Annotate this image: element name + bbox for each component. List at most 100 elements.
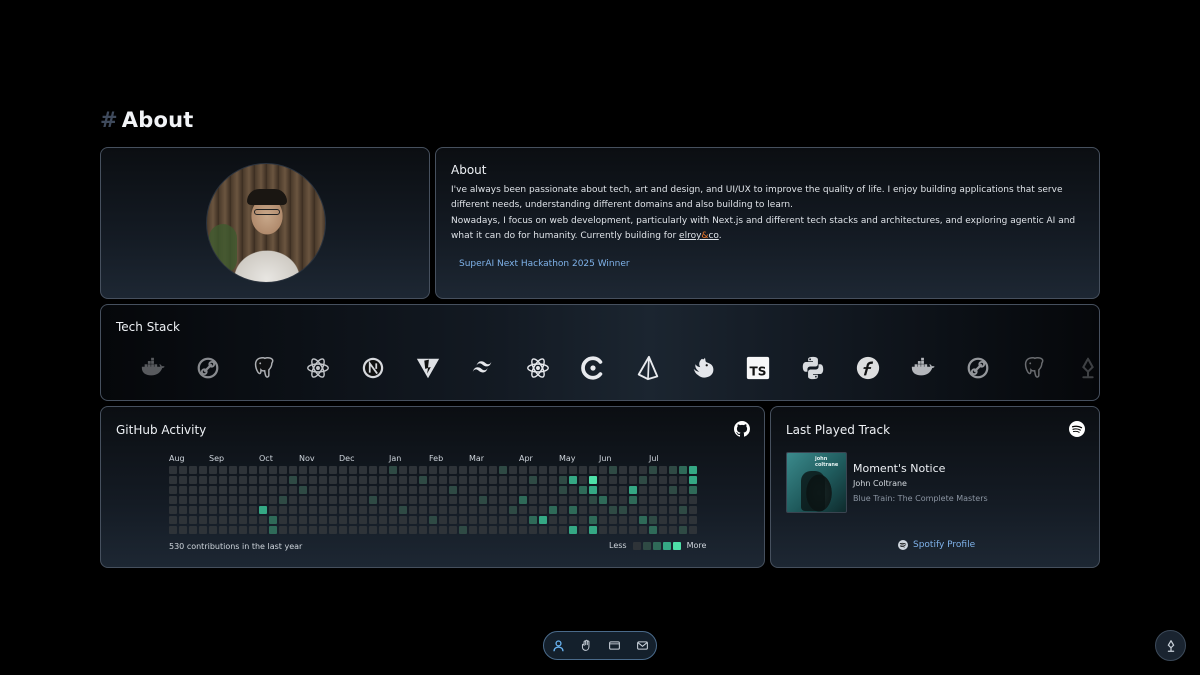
contribution-cell[interactable] <box>509 526 517 534</box>
contribution-cell[interactable] <box>259 506 267 514</box>
contribution-cell[interactable] <box>649 506 657 514</box>
contribution-cell[interactable] <box>169 466 177 474</box>
contribution-cell[interactable] <box>269 496 277 504</box>
contribution-cell[interactable] <box>209 526 217 534</box>
contribution-cell[interactable] <box>619 496 627 504</box>
contribution-cell[interactable] <box>179 476 187 484</box>
contribution-cell[interactable] <box>529 486 537 494</box>
contribution-cell[interactable] <box>239 506 247 514</box>
contribution-cell[interactable] <box>219 506 227 514</box>
contribution-cell[interactable] <box>439 486 447 494</box>
contribution-cell[interactable] <box>279 516 287 524</box>
contribution-cell[interactable] <box>649 526 657 534</box>
contribution-cell[interactable] <box>209 476 217 484</box>
contribution-cell[interactable] <box>429 476 437 484</box>
contribution-cell[interactable] <box>519 486 527 494</box>
contribution-cell[interactable] <box>269 506 277 514</box>
contribution-cell[interactable] <box>349 476 357 484</box>
contribution-cell[interactable] <box>569 466 577 474</box>
contribution-cell[interactable] <box>379 526 387 534</box>
contribution-cell[interactable] <box>669 526 677 534</box>
contribution-cell[interactable] <box>239 496 247 504</box>
contribution-cell[interactable] <box>189 486 197 494</box>
contribution-cell[interactable] <box>509 516 517 524</box>
contribution-cell[interactable] <box>369 526 377 534</box>
contribution-cell[interactable] <box>279 466 287 474</box>
contribution-cell[interactable] <box>689 516 697 524</box>
contribution-cell[interactable] <box>469 466 477 474</box>
contribution-cell[interactable] <box>579 496 587 504</box>
contribution-cell[interactable] <box>299 506 307 514</box>
contribution-cell[interactable] <box>669 496 677 504</box>
contribution-cell[interactable] <box>529 506 537 514</box>
contribution-cell[interactable] <box>589 466 597 474</box>
contribution-cell[interactable] <box>409 486 417 494</box>
contribution-cell[interactable] <box>609 476 617 484</box>
contribution-cell[interactable] <box>269 516 277 524</box>
contribution-cell[interactable] <box>659 476 667 484</box>
contribution-cell[interactable] <box>579 476 587 484</box>
contribution-cell[interactable] <box>679 516 687 524</box>
contribution-cell[interactable] <box>549 476 557 484</box>
contribution-cell[interactable] <box>399 476 407 484</box>
contribution-cell[interactable] <box>649 516 657 524</box>
contribution-cell[interactable] <box>459 506 467 514</box>
contribution-cell[interactable] <box>249 476 257 484</box>
contribution-cell[interactable] <box>499 496 507 504</box>
contribution-cell[interactable] <box>439 516 447 524</box>
contribution-cell[interactable] <box>289 476 297 484</box>
contribution-cell[interactable] <box>389 466 397 474</box>
contribution-cell[interactable] <box>289 486 297 494</box>
contribution-cell[interactable] <box>289 466 297 474</box>
contribution-cell[interactable] <box>259 476 267 484</box>
contribution-cell[interactable] <box>209 506 217 514</box>
contribution-cell[interactable] <box>459 476 467 484</box>
contribution-cell[interactable] <box>519 506 527 514</box>
contribution-cell[interactable] <box>589 476 597 484</box>
contribution-cell[interactable] <box>329 506 337 514</box>
contribution-cell[interactable] <box>499 506 507 514</box>
contribution-cell[interactable] <box>399 526 407 534</box>
contribution-cell[interactable] <box>479 486 487 494</box>
contribution-cell[interactable] <box>429 466 437 474</box>
contribution-cell[interactable] <box>529 516 537 524</box>
contribution-cell[interactable] <box>509 466 517 474</box>
contribution-cell[interactable] <box>569 526 577 534</box>
contribution-cell[interactable] <box>479 476 487 484</box>
contribution-cell[interactable] <box>669 506 677 514</box>
contribution-cell[interactable] <box>269 526 277 534</box>
contribution-cell[interactable] <box>389 506 397 514</box>
contribution-cell[interactable] <box>339 466 347 474</box>
contribution-cell[interactable] <box>549 466 557 474</box>
contribution-cell[interactable] <box>199 526 207 534</box>
contribution-cell[interactable] <box>679 526 687 534</box>
contribution-cell[interactable] <box>379 476 387 484</box>
contribution-cell[interactable] <box>309 476 317 484</box>
contribution-cell[interactable] <box>499 516 507 524</box>
contribution-cell[interactable] <box>459 466 467 474</box>
contribution-cell[interactable] <box>319 516 327 524</box>
contribution-cell[interactable] <box>409 506 417 514</box>
elroy-co-link[interactable]: elroy&co <box>679 231 719 241</box>
contribution-cell[interactable] <box>539 476 547 484</box>
contribution-cell[interactable] <box>369 496 377 504</box>
contribution-cell[interactable] <box>229 476 237 484</box>
contribution-cell[interactable] <box>229 486 237 494</box>
contribution-cell[interactable] <box>539 506 547 514</box>
contribution-cell[interactable] <box>309 526 317 534</box>
contribution-cell[interactable] <box>339 516 347 524</box>
contribution-cell[interactable] <box>419 526 427 534</box>
contribution-cell[interactable] <box>249 526 257 534</box>
contribution-cell[interactable] <box>189 506 197 514</box>
contribution-cell[interactable] <box>489 516 497 524</box>
contribution-cell[interactable] <box>499 466 507 474</box>
contribution-cell[interactable] <box>579 506 587 514</box>
contribution-cell[interactable] <box>189 516 197 524</box>
contribution-cell[interactable] <box>609 466 617 474</box>
contribution-cell[interactable] <box>399 486 407 494</box>
contribution-cell[interactable] <box>429 506 437 514</box>
contribution-cell[interactable] <box>489 496 497 504</box>
contribution-cell[interactable] <box>239 486 247 494</box>
contribution-cell[interactable] <box>519 466 527 474</box>
contribution-cell[interactable] <box>619 476 627 484</box>
